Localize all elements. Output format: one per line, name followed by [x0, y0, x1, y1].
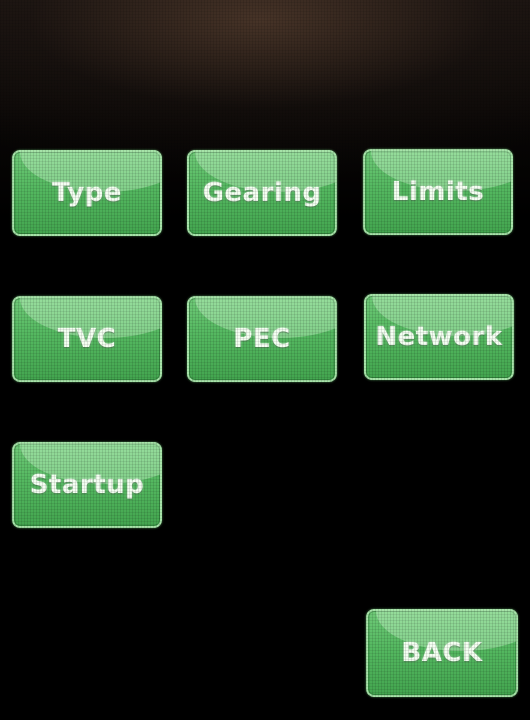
- type-button-label: Type: [52, 178, 122, 208]
- startup-button[interactable]: Startup: [12, 442, 162, 528]
- pec-button-label: PEC: [233, 324, 291, 354]
- type-button[interactable]: Type: [12, 150, 162, 236]
- back-button[interactable]: BACK: [366, 609, 518, 697]
- pec-button[interactable]: PEC: [187, 296, 337, 382]
- tvc-button[interactable]: TVC: [12, 296, 162, 382]
- gearing-button[interactable]: Gearing: [187, 150, 337, 236]
- limits-button[interactable]: Limits: [363, 149, 513, 235]
- network-button-label: Network: [375, 322, 503, 352]
- gearing-button-label: Gearing: [202, 178, 322, 208]
- tvc-button-label: TVC: [57, 324, 117, 354]
- back-button-label: BACK: [401, 638, 483, 668]
- network-button[interactable]: Network: [364, 294, 514, 380]
- limits-button-label: Limits: [391, 177, 485, 207]
- touchscreen-display: Type Gearing Limits TVC PEC Network Star…: [0, 0, 530, 720]
- startup-button-label: Startup: [29, 470, 145, 500]
